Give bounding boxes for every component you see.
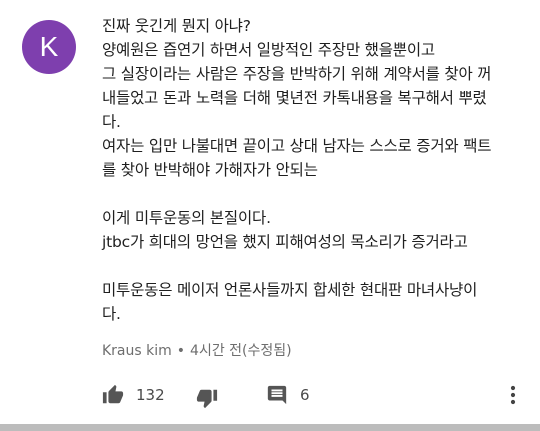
more-vertical-icon (506, 384, 520, 406)
bottom-divider (0, 424, 540, 431)
comment-line-blank (102, 182, 522, 206)
thumbs-down-icon (196, 387, 218, 409)
comment-line: 다. (102, 305, 121, 323)
more-options-button[interactable] (506, 380, 520, 410)
comment-timestamp: 4시간 전(수정됨) (190, 343, 292, 359)
comment-line: 를 찾아 반박해야 가해자가 안되는 (102, 161, 318, 179)
comment-card: K 진짜 웃긴게 뭔지 아냐? 양예원은 즙연기 하면서 일방적인 주장만 했을… (0, 0, 540, 431)
comment-line: jtbc가 희대의 망언을 했지 피해여성의 목소리가 증거라고 (102, 233, 468, 251)
comment-icon (266, 384, 288, 406)
comment-line: 진짜 웃긴게 뭔지 아냐? (102, 17, 251, 35)
comment-line: 그 실장이라는 사람은 주장을 반박하기 위해 계약서를 찾아 꺼 (102, 65, 492, 83)
comment-line: 미투운동은 메이저 언론사들까지 합세한 현대판 마녀사냥이 (102, 281, 478, 299)
author-name[interactable]: Kraus kim (102, 343, 172, 359)
thumbs-up-icon (102, 384, 124, 406)
reply-count: 6 (300, 386, 310, 404)
reply-button[interactable]: 6 (266, 380, 310, 410)
meta-separator: • (176, 343, 186, 359)
comment-line: 이게 미투운동의 본질이다. (102, 209, 271, 227)
comment-line: 여자는 입만 나불대면 끝이고 상대 남자는 스스로 증거와 팩트 (102, 137, 492, 155)
avatar-letter: K (39, 31, 59, 62)
comment-line: 다. (102, 113, 121, 131)
avatar[interactable]: K (22, 20, 76, 74)
dislike-button[interactable] (196, 383, 218, 413)
like-button[interactable]: 132 (102, 380, 165, 410)
comment-meta: Kraus kim • 4시간 전(수정됨) (102, 340, 292, 360)
comment-line: 내들었고 돈과 노력을 더해 몇년전 카톡내용을 복구해서 뿌렸 (102, 89, 487, 107)
comment-line-blank (102, 254, 522, 278)
comment-actions: 132 6 (102, 380, 532, 410)
comment-line: 양예원은 즙연기 하면서 일방적인 주장만 했을뿐이고 (102, 41, 435, 59)
like-count: 132 (136, 386, 165, 404)
comment-text: 진짜 웃긴게 뭔지 아냐? 양예원은 즙연기 하면서 일방적인 주장만 했을뿐이… (102, 14, 522, 326)
